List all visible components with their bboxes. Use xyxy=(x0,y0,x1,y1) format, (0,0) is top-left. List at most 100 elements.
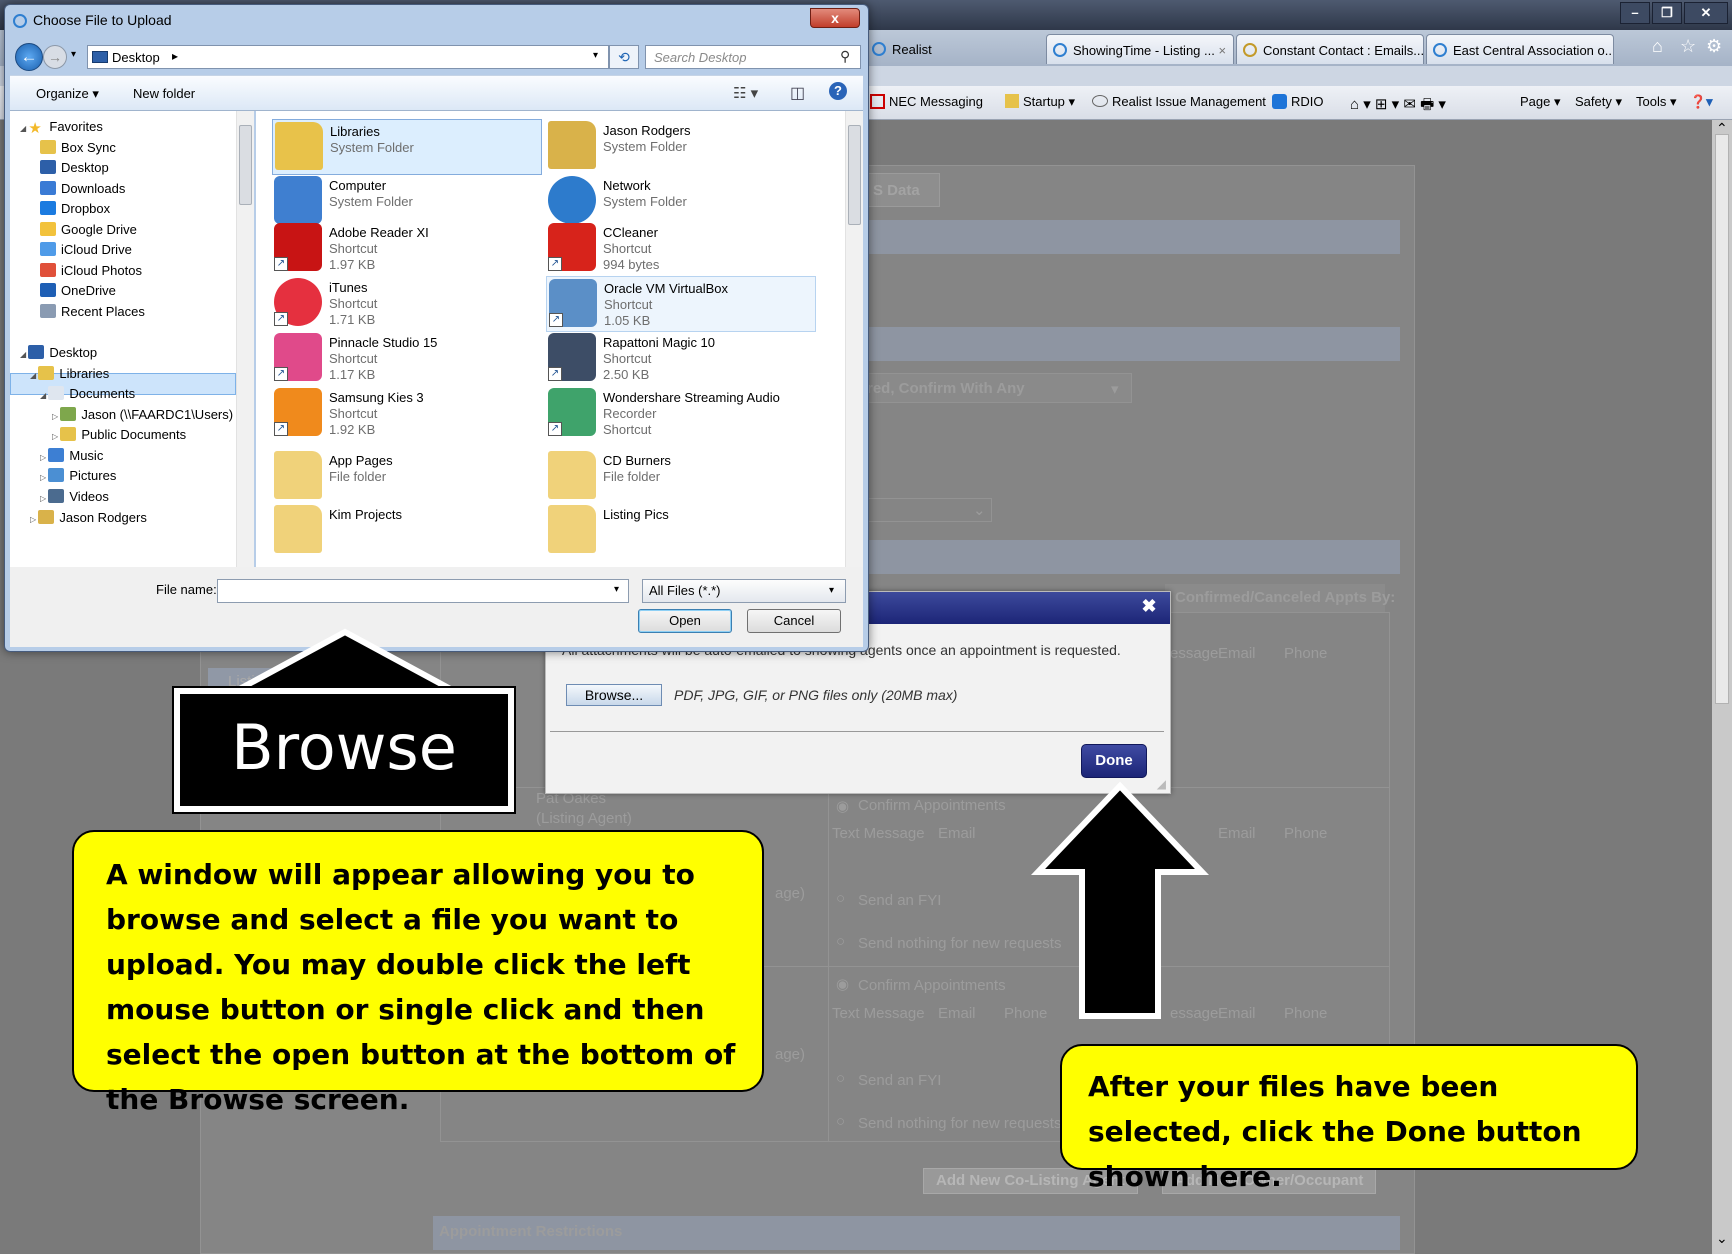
tree-item[interactable]: Recent Places xyxy=(40,302,145,322)
radio-icon[interactable]: ◉ xyxy=(836,797,849,815)
option-fyi[interactable]: Send an FYI xyxy=(858,1072,941,1089)
file-item[interactable]: Libraries System Folder xyxy=(272,119,542,175)
search-input[interactable]: Search Desktop ⚲ xyxy=(645,45,861,69)
file-item[interactable]: Listing Pics xyxy=(546,503,816,559)
fav-startup[interactable]: Startup ▾ xyxy=(1005,94,1075,110)
expand-icon[interactable]: ▷ xyxy=(30,515,38,524)
back-arrow-icon[interactable]: ← xyxy=(15,43,43,71)
search-icon[interactable]: ⚲ xyxy=(840,48,850,65)
tree-item[interactable]: Dropbox xyxy=(40,199,110,219)
new-folder-button[interactable]: New folder xyxy=(133,86,195,101)
fav-rdio[interactable]: RDIO xyxy=(1272,94,1324,109)
chevron-down-icon[interactable]: ▾ xyxy=(593,50,598,61)
tree-item[interactable]: ▷ Pictures xyxy=(40,466,116,486)
expand-icon[interactable]: ▷ xyxy=(40,473,48,482)
files-scrollbar[interactable] xyxy=(845,111,863,567)
refresh-icon[interactable]: ⟲ xyxy=(609,45,639,69)
expand-icon[interactable]: ▷ xyxy=(40,494,48,503)
breadcrumb-arrow-icon[interactable]: ▸ xyxy=(172,49,178,63)
file-item[interactable]: ↗ Pinnacle Studio 15 Shortcut 1.17 KB xyxy=(272,331,542,387)
restore-button[interactable]: ❐ xyxy=(1652,2,1682,24)
tree-item[interactable]: ▷ Music xyxy=(40,446,103,466)
tree-item[interactable]: Downloads xyxy=(40,179,125,199)
dialog-close-button[interactable]: x xyxy=(810,8,860,28)
fav-realist-issue[interactable]: Realist Issue Management xyxy=(1092,94,1266,109)
help-icon[interactable]: ❓▾ xyxy=(1690,94,1713,110)
file-item[interactable]: CD Burners File folder xyxy=(546,449,816,505)
modal-close-icon[interactable]: ✖ xyxy=(1138,596,1160,618)
tree-item[interactable]: iCloud Drive xyxy=(40,240,132,260)
expand-icon[interactable]: ▷ xyxy=(52,412,60,421)
scroll-up-icon[interactable]: ⌃ xyxy=(1716,120,1728,137)
history-dropdown-icon[interactable]: ▾ xyxy=(71,49,76,60)
tree-scrollbar[interactable] xyxy=(236,111,254,567)
tab-close-icon[interactable]: × xyxy=(1218,43,1226,58)
file-item[interactable]: ↗ iTunes Shortcut 1.71 KB xyxy=(272,276,542,332)
tab-showingtime[interactable]: ShowingTime - Listing ... × xyxy=(1046,34,1234,64)
tab-east-central[interactable]: East Central Association o... xyxy=(1426,34,1614,64)
home-icon[interactable]: ⌂ xyxy=(1652,36,1663,57)
option-confirm[interactable]: Confirm Appointments xyxy=(858,797,1006,814)
tree-item[interactable]: OneDrive xyxy=(40,281,116,301)
cancel-button[interactable]: Cancel xyxy=(747,609,841,633)
cmd-safety[interactable]: Safety ▾ xyxy=(1575,94,1622,110)
tab-constant-contact[interactable]: Constant Contact : Emails... xyxy=(1236,34,1424,64)
cmd-page[interactable]: Page ▾ xyxy=(1520,94,1561,110)
radio-icon[interactable]: ◉ xyxy=(836,975,849,993)
tab-s-data[interactable]: S Data xyxy=(860,173,940,207)
home-cmd-icon[interactable]: ⌂ ▾ ⊞ ▾ ✉ 🖶 ▾ xyxy=(1350,94,1446,119)
file-item[interactable]: App Pages File folder xyxy=(272,449,542,505)
tree-item[interactable]: ◢ Libraries xyxy=(30,364,109,384)
file-item[interactable]: ↗ Adobe Reader XI Shortcut 1.97 KB xyxy=(272,221,542,277)
file-item[interactable]: ↗ Rapattoni Magic 10 Shortcut 2.50 KB xyxy=(546,331,816,387)
gear-icon[interactable]: ⚙ xyxy=(1706,36,1722,57)
minimize-button[interactable]: – xyxy=(1620,2,1650,24)
tree-item[interactable]: ▷ Jason (\\FAARDC1\Users) xyxy=(52,405,233,425)
help-icon[interactable]: ? xyxy=(829,82,847,100)
expand-icon[interactable]: ◢ xyxy=(20,124,28,133)
expand-icon[interactable]: ◢ xyxy=(40,391,48,400)
scroll-thumb[interactable] xyxy=(1715,134,1729,704)
tree-item[interactable]: ▷ Jason Rodgers xyxy=(30,508,147,528)
option-fyi[interactable]: Send an FYI xyxy=(858,892,941,909)
fav-nec-messaging[interactable]: NEC Messaging xyxy=(870,94,983,109)
done-button[interactable]: Done xyxy=(1081,744,1147,778)
tree-item[interactable]: Desktop xyxy=(40,158,109,178)
scroll-thumb[interactable] xyxy=(848,125,861,225)
view-options-icon[interactable]: ☷ ▾ xyxy=(733,84,758,102)
page-scrollbar[interactable]: ⌃ ⌄ xyxy=(1712,120,1732,1254)
address-bar[interactable]: Desktop ▸ ▾ xyxy=(87,45,609,69)
tree-item[interactable]: ▷ Public Documents xyxy=(52,425,186,445)
file-item[interactable]: ↗ Samsung Kies 3 Shortcut 1.92 KB xyxy=(272,386,542,442)
preview-pane-icon[interactable]: ◫ xyxy=(790,83,805,103)
filename-input[interactable]: ▾ xyxy=(217,579,629,603)
tree-item[interactable]: iCloud Photos xyxy=(40,261,142,281)
chevron-down-icon[interactable]: ▾ xyxy=(614,584,619,595)
dropdown[interactable]: ⌄ xyxy=(862,498,992,522)
option-nothing[interactable]: Send nothing for new requests xyxy=(858,1115,1061,1132)
browse-button[interactable]: Browse... xyxy=(566,684,662,706)
tree-item[interactable]: ▷ Videos xyxy=(40,487,109,507)
file-item[interactable]: Kim Projects xyxy=(272,503,542,559)
option-confirm[interactable]: Confirm Appointments xyxy=(858,977,1006,994)
file-item[interactable]: ↗ Wondershare Streaming Audio Recorder Shor… xyxy=(546,386,816,442)
tab-realist[interactable]: Realist xyxy=(866,34,1042,64)
tree-item[interactable]: ◢ Documents xyxy=(40,384,135,404)
tree-item[interactable]: ◢ ★ Favorites xyxy=(20,117,103,137)
cmd-tools[interactable]: Tools ▾ xyxy=(1636,94,1677,110)
tree-item[interactable]: Google Drive xyxy=(40,220,137,240)
scroll-down-icon[interactable]: ⌄ xyxy=(1716,1230,1728,1247)
radio-icon[interactable]: ○ xyxy=(836,1113,845,1130)
close-window-button[interactable]: ✕ xyxy=(1684,2,1728,24)
expand-icon[interactable]: ◢ xyxy=(30,371,38,380)
expand-icon[interactable]: ◢ xyxy=(20,350,28,359)
confirm-select[interactable]: red, Confirm With Any ▾ xyxy=(862,373,1132,403)
open-button[interactable]: Open xyxy=(638,609,732,633)
expand-icon[interactable]: ▷ xyxy=(52,432,60,441)
file-item[interactable]: ↗ CCleaner Shortcut 994 bytes xyxy=(546,221,816,277)
radio-icon[interactable]: ○ xyxy=(836,890,845,907)
radio-icon[interactable]: ○ xyxy=(836,1070,845,1087)
expand-icon[interactable]: ▷ xyxy=(40,453,48,462)
file-type-select[interactable]: All Files (*.*) ▾ xyxy=(642,579,846,603)
tree-item[interactable]: ◢ Desktop xyxy=(20,343,97,363)
